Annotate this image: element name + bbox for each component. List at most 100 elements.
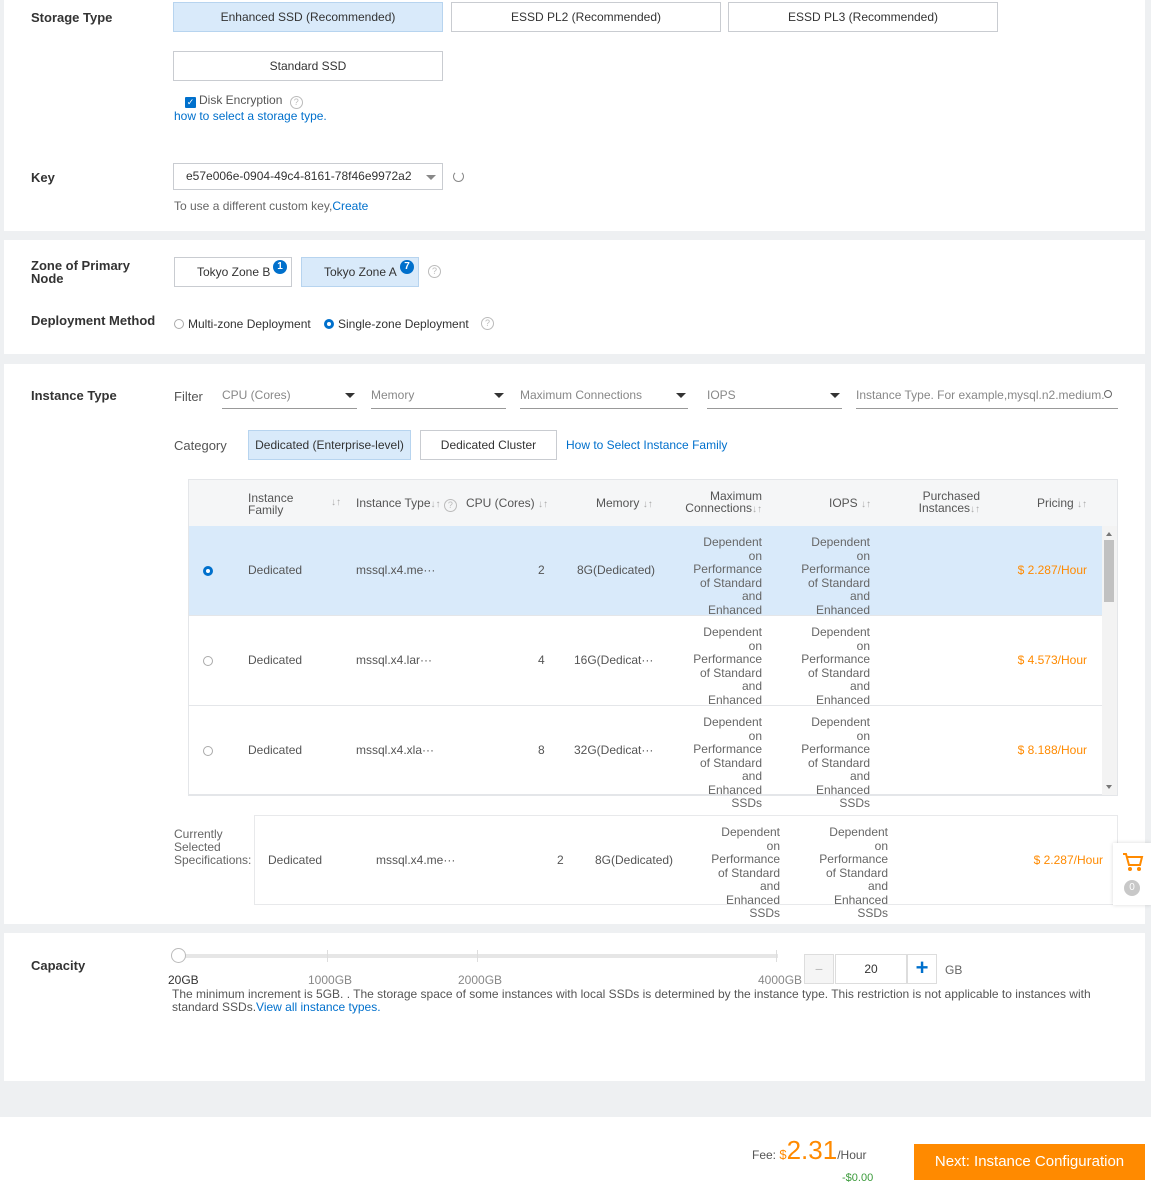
row-family: Dedicated (248, 743, 303, 757)
filter-iops-select[interactable]: IOPS (707, 383, 842, 409)
scroll-up-icon[interactable] (1106, 532, 1112, 536)
fee-label: Fee: (752, 1148, 777, 1162)
storage-option-enhanced-ssd[interactable]: Enhanced SSD (Recommended) (173, 2, 443, 32)
help-icon[interactable]: ? (289, 96, 303, 109)
category-dedicated-cluster[interactable]: Dedicated Cluster (420, 430, 557, 460)
refresh-icon[interactable] (453, 171, 464, 182)
th-purchased-line2: Instances↓↑ (900, 502, 980, 516)
th-family-line2: Family (248, 503, 284, 517)
instance-search-input[interactable]: Instance Type. For example,mysql.n2.medi… (856, 383, 1118, 409)
capacity-decrement-button[interactable]: − (804, 954, 834, 984)
sort-icon: ↓↑ (538, 499, 549, 510)
row-iops: Dependent on Performance of Standard and En… (801, 715, 870, 810)
zone-a-count-badge: 7 (400, 260, 414, 274)
fee-per: /Hour (837, 1148, 867, 1162)
category-dedicated-enterprise[interactable]: Dedicated (Enterprise-level) (248, 430, 411, 460)
storage-type-label: Storage Type (31, 10, 113, 25)
capacity-card: Capacity 20GB 1000GB 2000GB 4000GB − 20 … (4, 933, 1145, 1081)
zone-label-line2: Node (31, 271, 64, 286)
row-family: Dedicated (248, 563, 303, 577)
current-spec-panel: Dedicated mssql.x4.me··· 2 8G(Dedicated)… (254, 815, 1118, 920)
chevron-down-icon (426, 175, 436, 180)
table-row[interactable]: Dedicated mssql.x4.lar··· 4 16G(Dedicat·… (189, 616, 1102, 720)
zone-label: Zone of Primary Node (31, 259, 130, 285)
view-instance-types-link[interactable]: View all instance types. (256, 1000, 381, 1014)
key-select-value: e57e006e-0904-49c4-8161-78f46e9972a2 (186, 169, 412, 183)
table-scrollbar[interactable] (1102, 526, 1117, 795)
sort-icon: ↓↑ (430, 499, 441, 510)
filter-connections-select[interactable]: Maximum Connections (520, 383, 688, 409)
row-type: mssql.x4.xla··· (356, 743, 435, 757)
create-key-link[interactable]: Create (332, 199, 368, 213)
help-icon[interactable]: ? (481, 317, 494, 330)
slider-tick (327, 950, 328, 962)
cart-widget[interactable]: 0 (1113, 843, 1151, 905)
key-hint-text: To use a different custom key, (174, 199, 333, 213)
current-family: Dedicated (268, 853, 323, 867)
filter-cpu-select[interactable]: CPU (Cores) (222, 383, 357, 409)
row-radio-icon[interactable] (203, 656, 213, 666)
help-icon[interactable]: ? (428, 265, 441, 278)
capacity-input[interactable]: 20 (835, 954, 907, 984)
th-memory-label: Memory (596, 496, 640, 510)
chevron-down-icon (676, 393, 686, 398)
filter-cpu-label: CPU (Cores) (222, 388, 291, 402)
row-radio-icon[interactable] (203, 746, 213, 756)
capacity-slider-handle[interactable] (171, 948, 186, 963)
row-maxconn: Dependent on Performance of Standard and En… (693, 715, 762, 810)
category-label: Category (174, 438, 227, 453)
key-hint: To use a different custom key,Create (174, 199, 368, 213)
key-label: Key (31, 170, 55, 185)
filter-memory-select[interactable]: Memory (371, 383, 506, 409)
deployment-multi-zone-label: Multi-zone Deployment (188, 317, 311, 331)
instance-search-placeholder: Instance Type. For example,mysql.n2.medi… (856, 388, 1105, 402)
zone-option-tokyo-a-label: Tokyo Zone A (324, 265, 397, 279)
deployment-multi-zone-radio[interactable]: Multi-zone Deployment (174, 317, 311, 331)
slider-tick-label: 20GB (168, 973, 199, 987)
capacity-increment-button[interactable]: + (907, 954, 937, 984)
disk-encryption-label: Disk Encryption (199, 93, 283, 107)
row-memory: 32G(Dedicat··· (574, 743, 654, 757)
row-memory: 8G(Dedicated) (577, 563, 656, 577)
capacity-label: Capacity (31, 958, 86, 973)
row-type: mssql.x4.me··· (356, 563, 436, 577)
capacity-unit: GB (945, 963, 963, 977)
row-cpu: 2 (538, 563, 545, 577)
storage-option-standard-ssd[interactable]: Standard SSD (173, 51, 443, 81)
storage-option-essd-pl3[interactable]: ESSD PL3 (Recommended) (728, 2, 998, 32)
th-cpu-label: CPU (Cores) (466, 496, 535, 510)
sort-icon[interactable]: ↓↑ (331, 497, 341, 508)
row-radio-selected-icon[interactable] (203, 566, 213, 576)
table-row[interactable]: Dedicated mssql.x4.me··· 2 8G(Dedicated)… (189, 526, 1102, 630)
storage-option-essd-pl2[interactable]: ESSD PL2 (Recommended) (451, 2, 721, 32)
filter-connections-label: Maximum Connections (520, 388, 643, 402)
deployment-label: Deployment Method (31, 313, 156, 328)
th-pricing-label: Pricing (1037, 496, 1074, 510)
row-type: mssql.x4.lar··· (356, 653, 433, 667)
next-instance-configuration-button[interactable]: Next: Instance Configuration (914, 1144, 1145, 1180)
th-type-label: Instance Type (356, 496, 431, 510)
scroll-down-icon[interactable] (1106, 785, 1112, 789)
slider-tick-label: 4000GB (758, 973, 803, 987)
deployment-single-zone-radio[interactable]: Single-zone Deployment (324, 317, 469, 331)
row-price: $ 8.188/Hour (1017, 743, 1087, 757)
instance-family-help-link[interactable]: How to Select Instance Family (566, 438, 727, 452)
current-type: mssql.x4.me··· (376, 853, 456, 867)
capacity-slider-track[interactable] (178, 954, 778, 958)
storage-help-link[interactable]: how to select a storage type. (174, 109, 327, 123)
zone-card: Zone of Primary Node Tokyo Zone B 1 Toky… (4, 240, 1145, 354)
chevron-down-icon (345, 393, 355, 398)
disk-encryption-checkbox[interactable]: ✓ Disk Encryption ? (185, 93, 303, 109)
key-select[interactable]: e57e006e-0904-49c4-8161-78f46e9972a2 (173, 163, 443, 190)
chevron-down-icon (830, 393, 840, 398)
radio-selected-icon (324, 319, 334, 329)
scrollbar-thumb[interactable] (1104, 540, 1114, 602)
table-row[interactable]: Dedicated mssql.x4.xla··· 8 32G(Dedicat·… (189, 706, 1102, 810)
filter-memory-label: Memory (371, 388, 415, 402)
th-maxconn-label: Connections (685, 501, 752, 515)
filter-label: Filter (174, 389, 203, 404)
th-iops-label: IOPS (829, 496, 858, 510)
radio-icon (174, 319, 184, 329)
slider-tick (477, 950, 478, 962)
sort-icon: ↓↑ (861, 499, 872, 510)
